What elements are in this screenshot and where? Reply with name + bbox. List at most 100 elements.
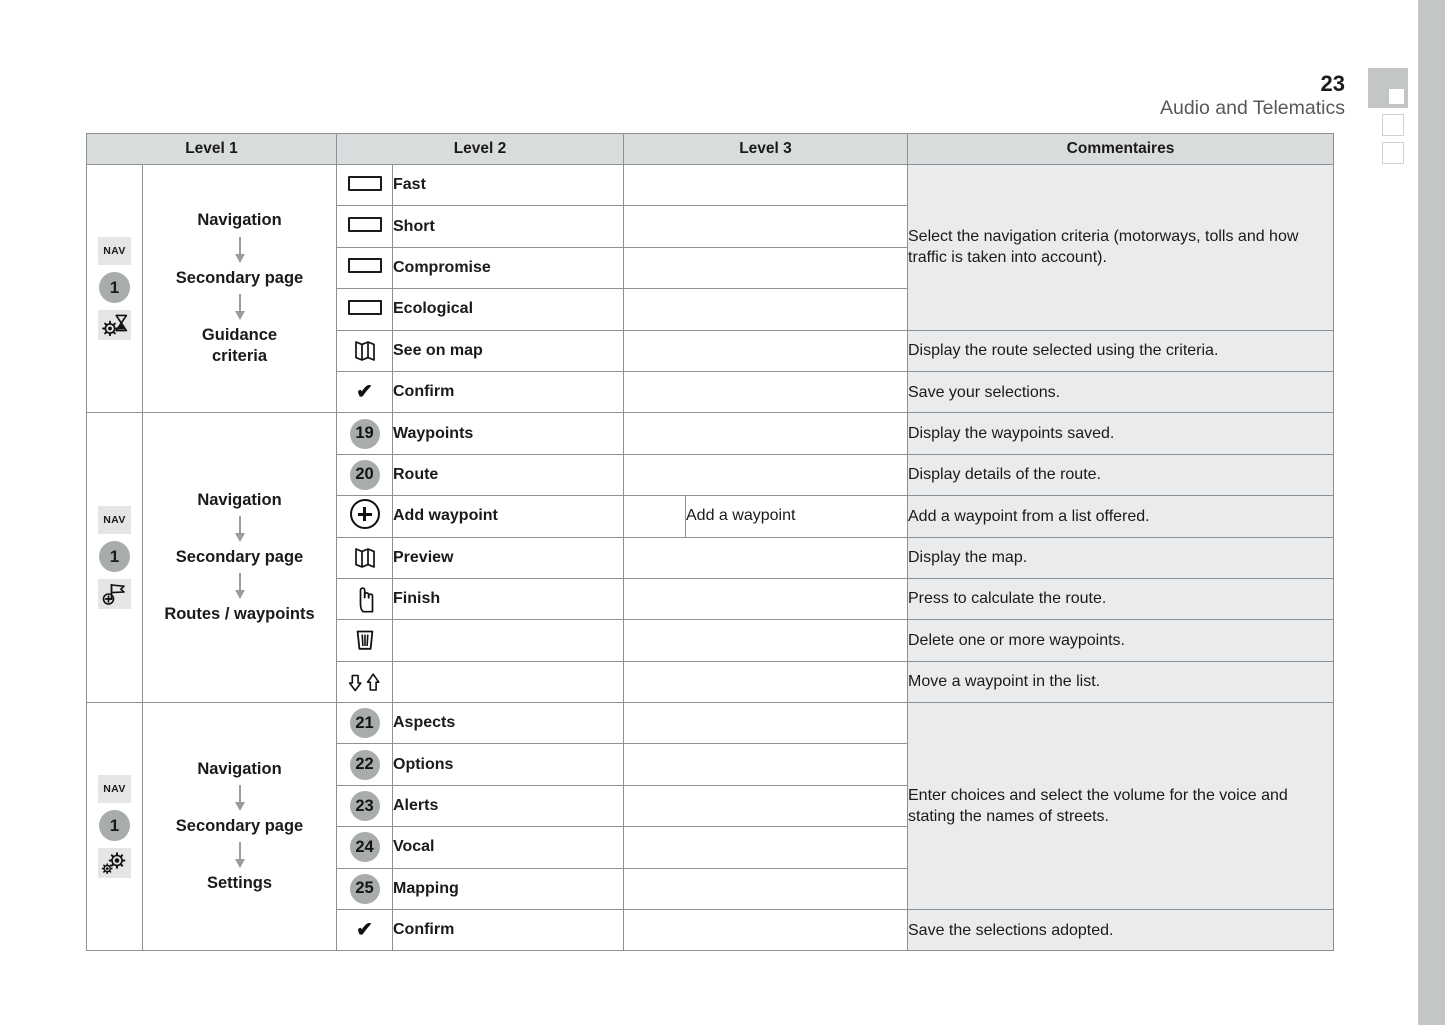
level2-label-waypoints[interactable]: Waypoints: [392, 412, 624, 455]
column-header-level3: Level 3: [623, 133, 908, 165]
level1-path-step-2: Secondary page: [175, 817, 304, 836]
menu-structure-table: Level 1 Level 2 Level 3 Commentaires NAV…: [86, 133, 1334, 952]
level3-cell-empty: [623, 826, 908, 869]
comment-cell-preview: Display the map.: [907, 536, 1334, 579]
level2-label-see-on-map[interactable]: See on map: [392, 329, 624, 372]
number-badge-icon: 21: [349, 708, 380, 739]
nav-chip-icon: NAV: [98, 775, 131, 804]
level2-label-confirm[interactable]: Confirm: [392, 370, 624, 414]
level1-path-step-1: Navigation: [197, 211, 282, 230]
level2-label-route[interactable]: Route: [392, 453, 624, 497]
check-icon: ✔: [356, 919, 373, 942]
level2-icon-bar: [336, 163, 393, 207]
gear-hourglass-icon: [98, 310, 131, 341]
arrow-down-icon: [234, 293, 245, 320]
level2-label-delete-empty: [392, 619, 624, 662]
level2-label-vocal[interactable]: Vocal: [392, 826, 624, 869]
level3-cell-empty: [623, 909, 908, 952]
level2-icon-hand: [336, 577, 393, 621]
level2-label-finish[interactable]: Finish: [392, 577, 624, 621]
level2-icon-plus-circle: [336, 495, 393, 538]
section-path-cell-routes: Navigation Secondary page Routes / waypo…: [142, 412, 337, 704]
nav-chip-icon: NAV: [98, 506, 131, 535]
level2-icon-badge-23: 23: [336, 784, 393, 828]
level2-label-short[interactable]: Short: [392, 205, 624, 248]
section-icon-cell-guidance: NAV 1: [86, 163, 143, 414]
table-row: NAV 1: [86, 702, 1334, 952]
table-header: Level 1 Level 2 Level 3 Commentaires: [86, 133, 1334, 165]
level2-label-alerts[interactable]: Alerts: [392, 784, 624, 828]
level1-path: Navigation Secondary page Settings: [143, 753, 336, 900]
level2-label-compromise[interactable]: Compromise: [392, 246, 624, 290]
level2-label-ecological[interactable]: Ecological: [392, 288, 624, 331]
arrow-down-icon: [234, 842, 245, 869]
level2-icon-badge-25: 25: [336, 867, 393, 911]
comment-cell-guidance-merged: Select the navigation criteria (motorway…: [907, 164, 1334, 331]
level3-label-add-a-waypoint[interactable]: Add a waypoint: [685, 495, 908, 538]
level2-icon-map: [336, 329, 393, 372]
arrow-down-icon: [234, 573, 245, 600]
level2-icon-badge-24: 24: [336, 826, 393, 869]
tab-marker-2[interactable]: [1382, 114, 1404, 136]
comment-cell-confirm-settings: Save the selections adopted.: [907, 909, 1334, 952]
column-header-level2: Level 2: [336, 133, 624, 165]
page-edge-strip: [1418, 0, 1445, 1025]
level2-label-preview[interactable]: Preview: [392, 536, 624, 579]
icon-stack: NAV 1: [87, 231, 142, 346]
check-icon: ✔: [356, 381, 373, 404]
table-row: NAV 1: [86, 412, 1334, 704]
level2-icon-map: [336, 536, 393, 579]
level2-label-options[interactable]: Options: [392, 743, 624, 786]
level3-cell-empty: [623, 163, 908, 207]
level3-cell-empty: [623, 743, 908, 786]
level3-cell-empty: [623, 288, 908, 331]
comment-cell-move: Move a waypoint in the list.: [907, 660, 1334, 704]
comment-cell-route: Display details of the route.: [907, 453, 1334, 497]
level2-icon-move-arrows: [336, 660, 393, 704]
level2-icon-badge-19: 19: [336, 412, 393, 455]
tab-marker-active[interactable]: [1368, 68, 1408, 108]
arrow-down-icon: [234, 785, 245, 812]
comment-cell-see-on-map: Display the route selected using the cri…: [907, 329, 1334, 372]
plus-circle-icon: [349, 499, 380, 530]
level2-label-fast[interactable]: Fast: [392, 163, 624, 207]
section-title: Audio and Telematics: [1159, 96, 1345, 119]
level3-cell-empty: [623, 784, 908, 828]
level1-path: Navigation Secondary page Guidance crite…: [143, 204, 336, 372]
level3-cell-empty: [623, 619, 908, 662]
level3-cell-empty: [623, 370, 908, 414]
source-number-badge: 1: [99, 541, 130, 573]
level1-path-step-1: Navigation: [197, 760, 282, 779]
level3-cell-empty: [623, 660, 908, 704]
level3-icon-cell-empty: [623, 495, 686, 538]
level2-label-add-waypoint[interactable]: Add waypoint: [392, 495, 624, 538]
number-badge-icon: 25: [349, 873, 380, 904]
level2-label-aspects[interactable]: Aspects: [392, 702, 624, 745]
number-badge-icon: 22: [349, 749, 380, 780]
level2-icon-bar: [336, 246, 393, 290]
level1-path-step-3b: criteria: [211, 346, 268, 365]
level3-cell-empty: [623, 702, 908, 745]
icon-stack: NAV 1: [87, 500, 142, 615]
level2-label-mapping[interactable]: Mapping: [392, 867, 624, 911]
number-badge-icon: 19: [349, 418, 380, 449]
number-badge-icon: 20: [349, 459, 380, 490]
gears-icon: [98, 848, 131, 879]
comment-cell-finish: Press to calculate the route.: [907, 577, 1334, 621]
page-number: 23: [1320, 71, 1345, 96]
level2-label-confirm[interactable]: Confirm: [392, 909, 624, 952]
level1-path-step-2: Secondary page: [175, 268, 304, 287]
comment-cell-add-waypoint: Add a waypoint from a list offered.: [907, 495, 1334, 538]
level2-icon-badge-22: 22: [336, 743, 393, 786]
level2-icon-trash: [336, 619, 393, 662]
level2-icon-check: ✔: [336, 370, 393, 414]
tab-marker-3[interactable]: [1382, 142, 1404, 164]
bar-icon: [347, 258, 382, 274]
number-badge-icon: 24: [349, 832, 380, 863]
level2-icon-badge-20: 20: [336, 453, 393, 497]
level1-path: Navigation Secondary page Routes / waypo…: [143, 484, 336, 631]
level1-path-step-3: Settings: [206, 874, 273, 893]
level1-path-step-1: Navigation: [197, 491, 282, 510]
tab-marker-inner-square: [1389, 89, 1404, 104]
comment-cell-delete: Delete one or more waypoints.: [907, 619, 1334, 662]
